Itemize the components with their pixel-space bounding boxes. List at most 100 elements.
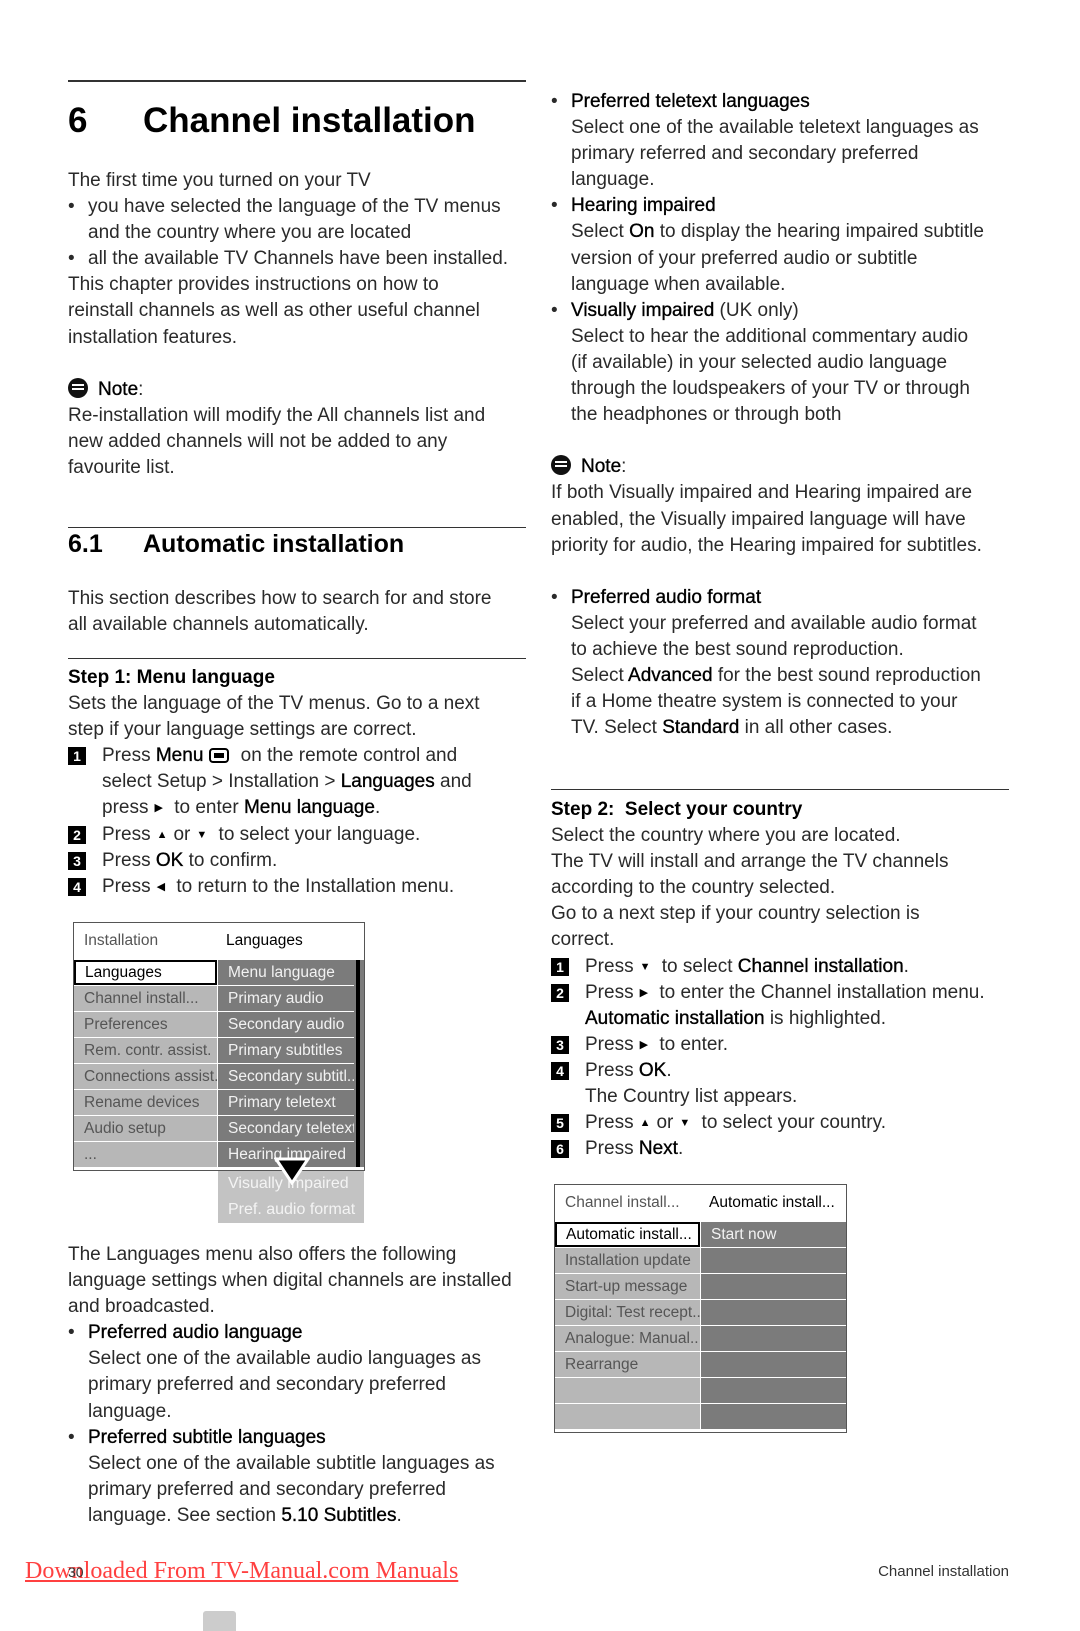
text-line: (if available) in your selected audio la…: [551, 350, 1011, 376]
text-segment: and: [434, 771, 472, 793]
text-line: and the country where you are located: [68, 220, 528, 246]
menu-option[interactable]: [701, 1378, 846, 1403]
menu-option[interactable]: Secondary audio: [218, 1012, 354, 1037]
text-segment: priority for audio, the Hearing impaired…: [551, 534, 982, 556]
line-text: language.: [571, 167, 654, 193]
menu-option[interactable]: [701, 1352, 846, 1377]
menu-option[interactable]: Primary audio: [218, 986, 354, 1011]
download-link[interactable]: Downloaded From TV-Manual.com Manuals: [25, 1558, 458, 1585]
line-text: Select one of the available audio langua…: [88, 1346, 481, 1372]
emphasis-text: Standard: [662, 717, 740, 739]
text-line: Select one of the available teletext lan…: [551, 115, 1011, 141]
text-segment: Step 1: Menu language: [68, 667, 275, 688]
text-line: 1 Press ▼ to select Channel installation.: [551, 954, 1011, 980]
bullet: •: [551, 195, 558, 217]
text-line: Note:: [551, 454, 1011, 480]
line-text: TV. Select Standard in all other cases.: [571, 715, 892, 741]
menu-header-left: Channel install...: [565, 1194, 680, 1211]
line-text: and the country where you are located: [88, 220, 411, 246]
text-line: language. See section 5.10 Subtitles.: [68, 1503, 528, 1529]
menu-item[interactable]: Digital: Test recept...: [555, 1300, 700, 1325]
text-segment: all the available TV Channels have been …: [88, 248, 509, 270]
line-text: Preferred teletext languages: [571, 89, 810, 115]
menu-item[interactable]: Preferences: [74, 1012, 217, 1037]
footer-title: Channel installation: [878, 1563, 1009, 1580]
scrollbar[interactable]: [354, 960, 364, 1167]
emphasis-text: Preferred audio format: [571, 586, 762, 608]
section-rule: [68, 527, 526, 528]
menu-item[interactable]: Audio setup: [74, 1116, 217, 1141]
line-text: select Setup > Installation > Languages …: [102, 769, 472, 795]
text-line: all available channels automatically.: [68, 612, 528, 638]
line-text: you have selected the language of the TV…: [88, 194, 501, 220]
menu-item[interactable]: Start-up message: [555, 1274, 700, 1299]
scroll-tab[interactable]: [203, 1611, 236, 1631]
line-text: Note:: [551, 454, 626, 480]
line-text: Press ▲ or ▼ to select your language.: [102, 822, 420, 848]
menu-item[interactable]: Automatic install...: [555, 1222, 700, 1247]
menu-item[interactable]: [555, 1404, 700, 1429]
scrollbar-thumb[interactable]: [356, 960, 360, 1167]
text-segment: language.: [88, 1400, 172, 1422]
line-text: Select one of the available subtitle lan…: [88, 1451, 495, 1477]
line-text: language settings when digital channels …: [68, 1268, 512, 1294]
menu-option[interactable]: Secondary teletext: [218, 1116, 354, 1141]
line-text: Automatic installation is highlighted.: [585, 1006, 886, 1032]
text-line: • Preferred audio language: [68, 1320, 528, 1346]
menu-item[interactable]: Rem. contr. assist.: [74, 1038, 217, 1063]
languages-description-block: The Languages menu also offers the follo…: [68, 1242, 528, 1529]
text-segment: Select one of the available teletext lan…: [571, 117, 979, 139]
menu-item[interactable]: [555, 1378, 700, 1403]
line-text: Visually impaired (UK only): [571, 298, 799, 324]
menu-option[interactable]: [701, 1300, 846, 1325]
menu-item[interactable]: Languages: [74, 960, 217, 985]
menu-option[interactable]: Primary subtitles: [218, 1038, 354, 1063]
text-segment: installation features.: [68, 326, 237, 348]
menu-option[interactable]: Menu language: [218, 960, 354, 985]
text-line: Re-installation will modify the All chan…: [68, 403, 528, 429]
text-segment: to enter.: [654, 1033, 728, 1055]
text-segment: .: [903, 955, 909, 977]
text-line: Select one of the available subtitle lan…: [68, 1451, 528, 1477]
menu-item[interactable]: ...: [74, 1142, 217, 1167]
menu-option[interactable]: [701, 1274, 846, 1299]
text-line: 5 Press ▲ or ▼ to select your country.: [551, 1110, 1011, 1136]
text-line: 4 Press ◀ to return to the Installation me…: [68, 874, 528, 900]
text-line: Step 2: Select your country: [551, 797, 1011, 823]
menu-option[interactable]: Primary teletext: [218, 1090, 354, 1115]
text-segment: if a Home theatre system is connected to…: [571, 691, 958, 713]
menu-item[interactable]: Analogue: Manual...: [555, 1326, 700, 1351]
line-text: Press OK to confirm.: [102, 848, 277, 874]
menu-option[interactable]: Start now: [701, 1222, 846, 1247]
text-line: language when available.: [551, 272, 1011, 298]
menu-item[interactable]: Installation update: [555, 1248, 700, 1273]
line-text: Re-installation will modify the All chan…: [68, 403, 485, 429]
step-number: 3: [551, 1035, 569, 1054]
emphasis-text: Preferred audio language: [88, 1322, 303, 1344]
emphasis-text: Languages: [340, 771, 435, 793]
text-line: 3 Press ▶ to enter.: [551, 1032, 1011, 1058]
text-segment: Press: [585, 955, 634, 977]
menu-item[interactable]: Connections assist.: [74, 1064, 217, 1089]
text-segment: Step 2: Select your country: [551, 799, 803, 820]
text-line: The Country list appears.: [551, 1084, 1011, 1110]
text-segment: TV. Select: [571, 717, 663, 739]
text-segment: :: [621, 456, 627, 478]
menu-option[interactable]: Secondary subtitl..: [218, 1064, 354, 1089]
menu-option[interactable]: [701, 1326, 846, 1351]
text-line: reinstall channels as well as other usef…: [68, 298, 528, 324]
chapter-number: 6: [68, 101, 88, 140]
menu-item[interactable]: Channel install...: [74, 986, 217, 1011]
text-segment: to select your language.: [213, 823, 421, 845]
line-text: favourite list.: [68, 455, 175, 481]
menu-option[interactable]: [701, 1404, 846, 1429]
line-text: through the loudspeakers of your TV or t…: [571, 376, 970, 402]
menu-item[interactable]: Rename devices: [74, 1090, 217, 1115]
menu-option[interactable]: [701, 1248, 846, 1273]
text-segment: Press: [102, 875, 151, 897]
menu-item[interactable]: Rearrange: [555, 1352, 700, 1377]
language-options-block: • Preferred teletext languages Select one …: [551, 89, 1011, 741]
emphasis-text: Visually impaired: [571, 299, 715, 321]
text-segment: through the loudspeakers of your TV or t…: [571, 378, 970, 400]
menu-option[interactable]: Pref. audio format: [218, 1197, 364, 1223]
